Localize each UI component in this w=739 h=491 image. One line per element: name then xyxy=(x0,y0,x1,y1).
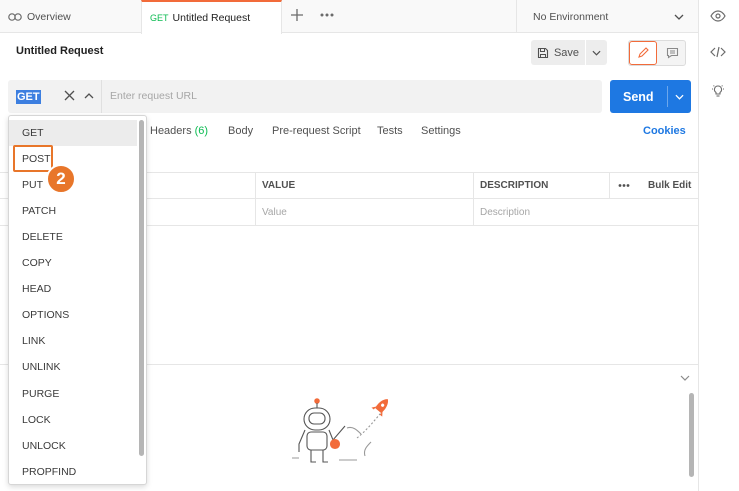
chevron-up-icon xyxy=(84,93,94,99)
expand-response-button[interactable] xyxy=(680,375,690,381)
url-input[interactable]: Enter request URL xyxy=(110,90,197,102)
column-divider xyxy=(609,172,610,199)
request-title[interactable]: Untitled Request xyxy=(16,45,103,57)
send-button[interactable]: Send xyxy=(610,80,691,113)
new-tab-button[interactable] xyxy=(290,8,304,22)
environment-label: No Environment xyxy=(533,10,609,23)
method-option-copy[interactable]: COPY xyxy=(9,250,137,276)
tab-tests[interactable]: Tests xyxy=(377,125,403,137)
chevron-down-icon xyxy=(675,94,684,100)
send-label: Send xyxy=(623,89,654,104)
bulk-edit-button[interactable]: Bulk Edit xyxy=(648,172,691,199)
collapse-method-button[interactable] xyxy=(84,93,94,99)
chevron-down-icon xyxy=(680,375,690,381)
column-options-button[interactable] xyxy=(618,183,630,188)
column-divider xyxy=(473,172,474,226)
value-column-header: VALUE xyxy=(262,180,296,191)
method-option-propfind[interactable]: PROPFIND xyxy=(9,459,137,484)
tab-overview-label: Overview xyxy=(27,10,71,23)
save-icon xyxy=(537,47,549,58)
pencil-icon xyxy=(638,47,649,58)
value-input[interactable]: Value xyxy=(262,199,287,226)
environment-quick-look-button[interactable] xyxy=(710,10,726,22)
tab-pre-request-script[interactable]: Pre-request Script xyxy=(272,125,361,137)
lightbulb-icon xyxy=(712,85,724,97)
ideas-button[interactable] xyxy=(711,84,725,98)
method-option-unlink[interactable]: UNLINK xyxy=(9,354,137,380)
environment-selector[interactable]: No Environment xyxy=(516,0,698,33)
tab-options-button[interactable] xyxy=(320,12,334,18)
method-option-unlock[interactable]: UNLOCK xyxy=(9,433,137,459)
chevron-down-icon xyxy=(674,14,684,20)
post-highlight-box xyxy=(13,145,53,172)
send-divider xyxy=(667,86,668,107)
selected-method: GET xyxy=(16,89,41,104)
tab-body[interactable]: Body xyxy=(228,125,253,137)
method-option-lock[interactable]: LOCK xyxy=(9,407,137,433)
method-option-delete[interactable]: DELETE xyxy=(9,224,137,250)
description-column-header: DESCRIPTION xyxy=(480,180,549,191)
step-callout-badge: 2 xyxy=(46,164,76,194)
edit-mode-button[interactable] xyxy=(629,41,657,65)
comment-icon xyxy=(666,47,678,59)
save-label: Save xyxy=(553,46,580,59)
headers-count-badge: (6) xyxy=(194,125,209,137)
tab-method-badge: GET xyxy=(150,13,169,23)
right-sidebar xyxy=(698,0,739,491)
method-option-get[interactable]: GET xyxy=(9,120,137,146)
save-button[interactable]: Save xyxy=(531,40,585,65)
more-horizontal-icon xyxy=(618,184,630,187)
description-input[interactable]: Description xyxy=(480,199,530,226)
method-option-patch[interactable]: PATCH xyxy=(9,198,137,224)
documentation-mode-button[interactable] xyxy=(659,41,685,65)
method-option-link[interactable]: LINK xyxy=(9,328,137,354)
more-horizontal-icon xyxy=(320,13,334,17)
astronaut-illustration xyxy=(285,398,400,466)
clear-method-button[interactable] xyxy=(64,90,75,101)
tab-request-title: Untitled Request xyxy=(172,12,251,24)
response-scrollbar[interactable] xyxy=(689,393,694,477)
eye-icon xyxy=(710,10,726,22)
method-option-options[interactable]: OPTIONS xyxy=(9,302,137,328)
code-snippet-button[interactable] xyxy=(710,46,726,58)
tab-headers-label: Headers xyxy=(150,125,192,137)
chevron-down-icon xyxy=(592,50,601,56)
method-option-purge[interactable]: PURGE xyxy=(9,381,137,407)
tab-headers[interactable]: Headers (6) xyxy=(150,125,208,137)
dropdown-scrollbar[interactable] xyxy=(139,120,144,456)
save-options-button[interactable] xyxy=(586,40,607,65)
code-icon xyxy=(710,46,726,58)
column-divider xyxy=(255,172,256,226)
tab-settings[interactable]: Settings xyxy=(421,125,461,137)
cookies-link[interactable]: Cookies xyxy=(643,125,686,137)
tab-overview[interactable]: Overview xyxy=(0,0,141,33)
tab-untitled-request[interactable]: GET Untitled Request xyxy=(141,0,282,34)
method-option-head[interactable]: HEAD xyxy=(9,276,137,302)
close-icon xyxy=(64,90,75,101)
plus-icon xyxy=(291,9,303,21)
overview-icon xyxy=(8,12,22,22)
